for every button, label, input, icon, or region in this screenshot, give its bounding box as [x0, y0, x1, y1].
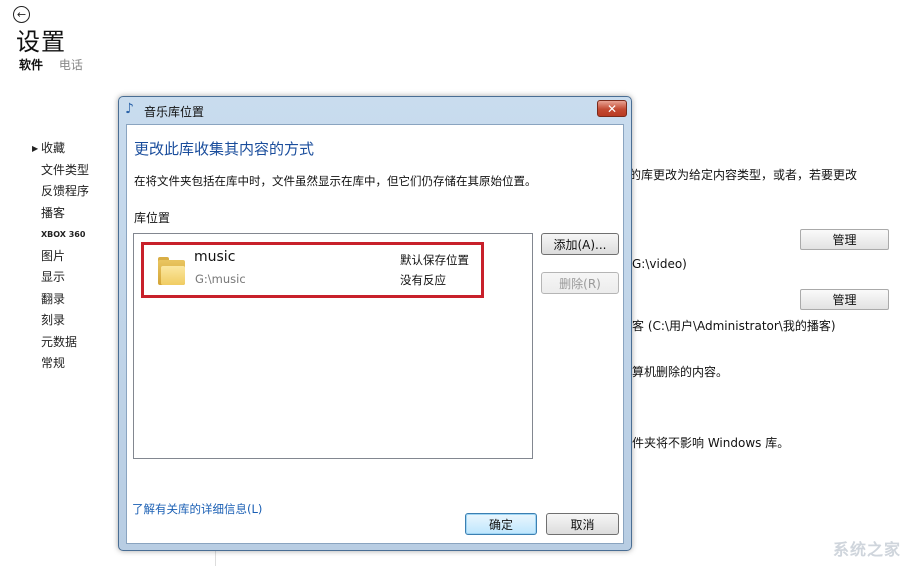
- back-arrow-icon[interactable]: ←: [13, 6, 30, 23]
- nav-item-xbox[interactable]: XBOX 360: [30, 224, 89, 246]
- manage-button-2[interactable]: 管理: [800, 289, 889, 310]
- library-locations-label: 库位置: [134, 211, 171, 225]
- default-save-location-label: 默认保存位置: [400, 253, 469, 267]
- nav-item-general[interactable]: 常规: [30, 353, 89, 375]
- watermark-logo: 系统之家: [832, 540, 901, 559]
- add-button[interactable]: 添加(A)...: [541, 233, 619, 255]
- nav-item-burn[interactable]: 刻录: [30, 310, 89, 332]
- cancel-button[interactable]: 取消: [546, 513, 619, 535]
- nav-item-rip[interactable]: 翻录: [30, 289, 89, 311]
- folder-icon: [158, 257, 185, 285]
- page-title: 设置: [16, 28, 66, 56]
- top-tabs: 软件 电话: [19, 56, 95, 73]
- ok-button[interactable]: 确定: [465, 513, 537, 535]
- list-item-music[interactable]: music G:\music 默认保存位置 没有反应: [141, 242, 484, 298]
- remove-button[interactable]: 删除(R): [541, 272, 619, 294]
- manage-button-1[interactable]: 管理: [800, 229, 889, 250]
- location-path: G:\music: [195, 272, 246, 286]
- dialog-heading: 更改此库收集其内容的方式: [134, 140, 315, 158]
- settings-nav: ▶ 收藏 文件类型 反馈程序 播客 XBOX 360 图片 显示 翻录 刻录 元…: [30, 138, 89, 375]
- settings-text-podcast: 客 (C:\用户\Administrator\我的播客): [632, 319, 836, 333]
- tab-phone[interactable]: 电话: [59, 58, 83, 72]
- nav-item-label: 收藏: [41, 141, 66, 155]
- library-locations-list[interactable]: music G:\music 默认保存位置 没有反应: [133, 233, 533, 459]
- selected-arrow-icon: ▶: [32, 144, 39, 153]
- close-icon: ✕: [606, 101, 618, 116]
- tab-software[interactable]: 软件: [19, 58, 43, 72]
- dialog-description: 在将文件夹包括在库中时，文件虽然显示在库中，但它们仍存储在其原始位置。: [134, 174, 537, 188]
- nav-item-display[interactable]: 显示: [30, 267, 89, 289]
- dialog-content: 更改此库收集其内容的方式 在将文件夹包括在库中时，文件虽然显示在库中，但它们仍存…: [126, 124, 624, 544]
- settings-text-windows-lib: 件夹将不影响 Windows 库。: [632, 436, 790, 450]
- location-name: music: [194, 249, 236, 265]
- nav-item-metadata[interactable]: 元数据: [30, 332, 89, 354]
- nav-item-pictures[interactable]: 图片: [30, 246, 89, 268]
- location-status-note: 没有反应: [400, 273, 446, 287]
- nav-item-podcasts[interactable]: 播客: [30, 203, 89, 225]
- settings-text-video: G:\video): [632, 257, 687, 271]
- close-button[interactable]: ✕: [597, 100, 627, 117]
- dialog-title-bar[interactable]: ♪ 音乐库位置 ✕: [119, 97, 631, 123]
- settings-text-deleted: 算机删除的内容。: [632, 365, 729, 379]
- nav-item-favorites[interactable]: ▶ 收藏: [30, 138, 89, 160]
- learn-more-link[interactable]: 了解有关库的详细信息(L): [132, 501, 262, 517]
- nav-item-feedback[interactable]: 反馈程序: [30, 181, 89, 203]
- music-library-locations-dialog: ♪ 音乐库位置 ✕ 更改此库收集其内容的方式 在将文件夹包括在库中时，文件虽然显…: [118, 96, 632, 551]
- music-note-icon: ♪: [125, 101, 134, 117]
- dialog-title: 音乐库位置: [144, 105, 205, 119]
- nav-item-file-types[interactable]: 文件类型: [30, 160, 89, 182]
- settings-text-library: 的库更改为给定内容类型，或者，若要更改: [629, 168, 858, 182]
